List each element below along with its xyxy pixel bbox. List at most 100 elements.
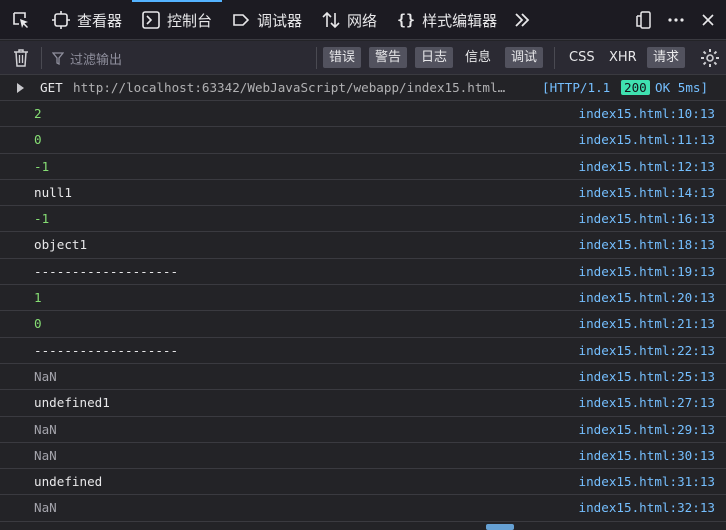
filter-icon: [52, 51, 64, 65]
log-message: 0: [34, 132, 42, 148]
log-message: -------------------: [34, 263, 179, 279]
request-method: GET: [40, 80, 63, 95]
log-message: -------------------: [34, 342, 179, 358]
log-message: -1: [34, 211, 50, 227]
log-message: undefined: [34, 474, 103, 490]
source-location-link[interactable]: index15.html:21:13: [579, 316, 715, 331]
log-message: NaN: [34, 500, 57, 516]
filter-xhr-button[interactable]: XHR: [603, 47, 643, 68]
log-message: NaN: [34, 447, 57, 463]
console-log-row: null1 index15.html:14:13: [0, 180, 726, 207]
expand-triangle-icon[interactable]: [16, 83, 25, 93]
log-message: null1: [34, 184, 72, 200]
filter-logs-button[interactable]: 日志: [415, 47, 454, 68]
tab-network[interactable]: 网络: [312, 0, 387, 40]
status-badge: 200: [621, 80, 650, 95]
network-request-row[interactable]: GET http://localhost:63342/WebJavaScript…: [0, 75, 726, 101]
console-log-row: NaN index15.html:29:13: [0, 417, 726, 443]
scroll-indicator: [486, 524, 514, 530]
console-log-row: ------------------- index15.html:22:13: [0, 338, 726, 364]
log-message: 0: [34, 316, 42, 332]
element-picker-button[interactable]: [0, 0, 42, 40]
console-log-row: undefined1 index15.html:27:13: [0, 390, 726, 417]
source-location-link[interactable]: index15.html:10:13: [579, 106, 715, 121]
console-log-row: 0 index15.html:11:13: [0, 127, 726, 154]
console-log-row: -1 index15.html:12:13: [0, 154, 726, 180]
responsive-design-icon: [636, 11, 651, 29]
source-location-link[interactable]: index15.html:16:13: [579, 211, 715, 226]
console-log-row: -1 index15.html:16:13: [0, 206, 726, 233]
log-message: 2: [34, 106, 42, 121]
tab-inspector-label: 查看器: [77, 11, 123, 30]
clear-console-button[interactable]: [10, 47, 32, 69]
console-log-row: 0 index15.html:21:13: [0, 311, 726, 338]
devtools-tab-bar: 查看器 控制台 调试器 网络 {} 样式编辑器: [0, 0, 726, 40]
source-location-link[interactable]: index15.html:30:13: [579, 448, 715, 463]
tab-console[interactable]: 控制台: [132, 0, 223, 40]
options-menu-button[interactable]: [662, 0, 690, 40]
toolbar-separator: [554, 47, 555, 69]
tab-style-editor[interactable]: {} 样式编辑器: [387, 0, 507, 40]
debugger-icon: [232, 11, 250, 29]
source-location-link[interactable]: index15.html:31:13: [579, 474, 715, 489]
double-chevron-right-icon: [515, 13, 530, 27]
filter-placeholder: 过滤输出: [70, 52, 123, 68]
close-icon: [702, 14, 714, 26]
source-location-link[interactable]: index15.html:20:13: [579, 290, 715, 305]
request-protocol: [HTTP/1.1: [542, 80, 611, 95]
filter-warnings-button[interactable]: 警告: [369, 47, 408, 68]
log-message: -1: [34, 158, 50, 174]
console-log-row: 2 index15.html:10:13: [0, 101, 726, 128]
responsive-design-button[interactable]: [630, 0, 658, 40]
network-icon: [322, 11, 340, 29]
source-location-link[interactable]: index15.html:32:13: [579, 500, 715, 515]
close-devtools-button[interactable]: [694, 0, 722, 40]
source-location-link[interactable]: index15.html:12:13: [579, 159, 715, 174]
source-location-link[interactable]: index15.html:11:13: [579, 132, 715, 147]
filter-info-button[interactable]: 信息: [459, 47, 497, 68]
console-settings-button[interactable]: [700, 47, 720, 69]
toolbar-separator: [41, 47, 42, 69]
source-location-link[interactable]: index15.html:22:13: [579, 343, 715, 358]
request-status-text: OK 5ms]: [655, 80, 709, 95]
console-log-row: NaN index15.html:25:13: [0, 364, 726, 391]
tab-debugger[interactable]: 调试器: [222, 0, 312, 40]
tab-debugger-label: 调试器: [257, 11, 303, 30]
tab-inspector[interactable]: 查看器: [42, 0, 132, 40]
filter-css-button[interactable]: CSS: [563, 47, 601, 68]
trash-icon: [14, 49, 28, 67]
style-editor-icon: {}: [397, 11, 416, 29]
ellipsis-icon: [668, 18, 684, 22]
source-location-link[interactable]: index15.html:25:13: [579, 369, 715, 384]
toolbar-separator: [316, 47, 317, 69]
console-log-row: 1 index15.html:20:13: [0, 285, 726, 312]
inspector-icon: [52, 11, 70, 29]
filter-requests-button[interactable]: 请求: [647, 47, 686, 68]
log-message: NaN: [34, 368, 57, 384]
tab-style-editor-label: 样式编辑器: [422, 11, 498, 30]
console-log-row: ------------------- index15.html:19:13: [0, 259, 726, 286]
filter-debug-button[interactable]: 调试: [505, 47, 544, 68]
source-location-link[interactable]: index15.html:18:13: [579, 237, 715, 252]
source-location-link[interactable]: index15.html:14:13: [579, 185, 715, 200]
request-url[interactable]: http://localhost:63342/WebJavaScript/web…: [73, 80, 505, 95]
tab-network-label: 网络: [347, 11, 378, 30]
log-message: object1: [34, 237, 88, 253]
source-location-link[interactable]: index15.html:27:13: [579, 395, 715, 410]
filter-output-input[interactable]: 过滤输出: [52, 47, 122, 69]
source-location-link[interactable]: index15.html:19:13: [579, 264, 715, 279]
log-message: undefined1: [34, 395, 110, 411]
gear-icon: [701, 49, 719, 67]
console-log-row: undefined index15.html:31:13: [0, 469, 726, 496]
source-location-link[interactable]: index15.html:29:13: [579, 422, 715, 437]
console-toolbar: 过滤输出 错误 警告 日志 信息 调试 CSS XHR 请求: [0, 41, 726, 75]
log-message: NaN: [34, 421, 57, 437]
console-log-row: NaN index15.html:32:13: [0, 495, 726, 522]
filter-errors-button[interactable]: 错误: [323, 47, 362, 68]
more-tools-button[interactable]: [507, 0, 537, 40]
console-icon: [142, 11, 160, 29]
console-output[interactable]: GET http://localhost:63342/WebJavaScript…: [0, 75, 726, 529]
console-log-row: object1 index15.html:18:13: [0, 232, 726, 259]
console-log-row: NaN index15.html:30:13: [0, 443, 726, 470]
log-message: 1: [34, 290, 42, 306]
